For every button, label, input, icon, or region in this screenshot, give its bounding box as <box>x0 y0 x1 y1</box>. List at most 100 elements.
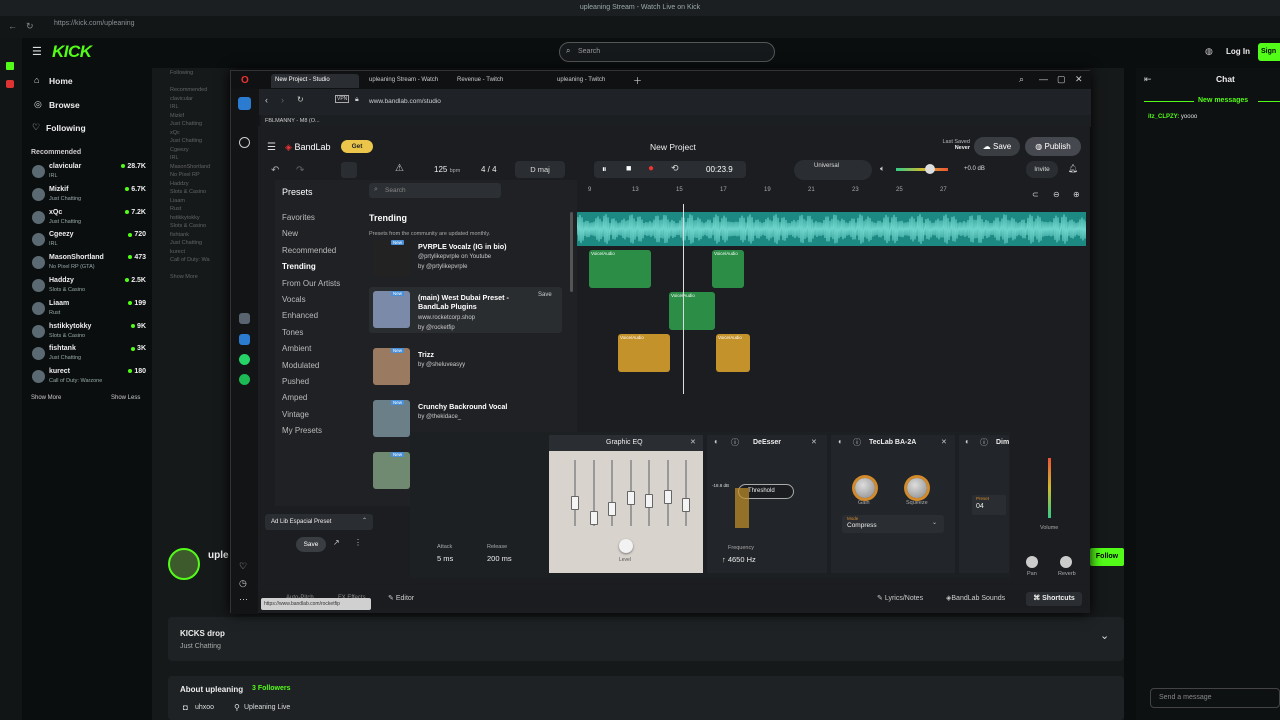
close-icon[interactable]: ✕ <box>690 438 696 446</box>
save-button[interactable]: ☁ Save <box>974 137 1020 156</box>
nav-following[interactable]: Following <box>46 123 86 133</box>
preset-author[interactable]: by @prtylikepvrple <box>418 264 467 270</box>
preset-category[interactable]: Modulated <box>282 361 319 370</box>
kicks-drop-panel[interactable]: KICKS drop Just Chatting ⌄ <box>168 617 1124 661</box>
eq-band-handle[interactable] <box>608 502 616 516</box>
time-signature[interactable]: 4 / 4 <box>481 165 497 174</box>
audio-region-main[interactable] <box>575 212 1088 246</box>
chat-username[interactable]: itz_CLPZY: <box>1148 114 1179 120</box>
preset-number-field[interactable]: Preset 04 <box>972 495 1006 515</box>
info-icon[interactable]: ⓘ <box>853 437 861 448</box>
back-icon[interactable]: ← <box>8 21 17 31</box>
recommended-channel[interactable]: clavicular IRL 28.7K <box>30 162 146 184</box>
recommended-channel[interactable]: MasonShortland No Pixel RP (GTA) 473 <box>30 253 146 275</box>
preset-category[interactable]: Recommended <box>282 246 336 255</box>
youtube-tab-icon[interactable] <box>6 80 14 88</box>
eq-band-handle[interactable] <box>663 490 672 504</box>
kick-logo[interactable]: KICK <box>52 42 92 62</box>
eq-band-handle[interactable] <box>626 491 635 505</box>
project-title[interactable]: New Project <box>650 142 696 152</box>
undo-icon[interactable]: ↶ <box>271 165 279 176</box>
volume-icon[interactable]: 🔈︎ <box>880 164 885 174</box>
stop-icon[interactable]: ■ <box>626 163 631 173</box>
more-icon[interactable]: ⋯ <box>239 594 248 605</box>
recommended-channel[interactable]: hstikkytokky Slots & Casino 9K <box>30 322 146 344</box>
master-volume-knob[interactable] <box>925 164 935 174</box>
outer-url[interactable]: https://kick.com/upleaning <box>54 20 135 27</box>
timeline-ruler[interactable]: 9 13 15 17 19 21 23 25 27 <box>576 186 1086 198</box>
toggle-icon[interactable]: ◐ <box>714 437 719 446</box>
preset-scrollbar[interactable] <box>570 212 573 292</box>
bandlab-sounds-button[interactable]: ◈BandLab Sounds <box>946 594 1005 602</box>
tab-revenue[interactable]: Revenue - Twitch <box>453 74 539 88</box>
kick-search-input[interactable]: Search <box>559 42 775 62</box>
spotify-icon[interactable] <box>239 374 250 385</box>
forward-icon[interactable]: › <box>281 95 284 105</box>
close-icon[interactable]: ✕ <box>1075 74 1083 85</box>
editor-tab[interactable]: ✎ Editor <box>388 594 414 602</box>
signup-button[interactable]: Sign <box>1258 43 1280 61</box>
menu-icon[interactable]: ☰ <box>32 45 42 58</box>
preset-category[interactable]: Amped <box>282 393 307 402</box>
maximize-icon[interactable]: ▢ <box>1057 74 1066 85</box>
recommended-channel[interactable]: xQc Just Chatting 7.2K <box>30 208 146 230</box>
lyrics-notes-button[interactable]: ✎ Lyrics/Notes <box>877 594 923 602</box>
audio-clip[interactable]: Voice/Audio <box>712 250 744 288</box>
show-more-link[interactable]: Show More <box>31 395 61 401</box>
metronome-icon[interactable] <box>341 162 357 178</box>
new-tab-icon[interactable]: ＋ <box>633 74 642 87</box>
preset-save-link[interactable]: Save <box>538 292 552 298</box>
tab-studio[interactable]: New Project - Studio <box>271 74 359 88</box>
preset-category[interactable]: Trending <box>282 262 316 271</box>
gain-knob[interactable] <box>855 478 875 498</box>
eq-band-handle[interactable] <box>589 511 598 525</box>
messenger-icon[interactable] <box>239 313 250 324</box>
preset-category[interactable]: Vintage <box>282 410 309 419</box>
recommended-channel[interactable]: Liaam Rust 199 <box>30 299 146 321</box>
chat-input[interactable]: Send a message <box>1150 688 1280 708</box>
preset-save-button[interactable]: Save <box>296 537 326 552</box>
eq-band-handle[interactable] <box>682 498 690 512</box>
preset-item[interactable]: New (main) West Dubai Preset - BandLab Pl… <box>369 287 562 333</box>
pan-knob[interactable] <box>1026 556 1038 568</box>
mode-select[interactable]: Mode Compress ⌄ <box>842 515 944 533</box>
preset-category[interactable]: Pushed <box>282 377 309 386</box>
globe-icon[interactable]: ◍ <box>1205 46 1213 57</box>
login-button[interactable]: Log In <box>1226 47 1250 56</box>
volume-slider[interactable] <box>1048 458 1051 518</box>
avatar[interactable] <box>168 548 200 580</box>
social-link[interactable]: Upleaning Live <box>244 704 290 711</box>
bpm-field[interactable]: 125 bpm <box>434 165 460 174</box>
recommended-channel[interactable]: Haddzy Slots & Casino 2.5K <box>30 276 146 298</box>
audio-clip[interactable]: Voice/Audio <box>669 292 715 330</box>
preset-item[interactable]: New PVRPLE Vocalz (IG in bio) @prtylikepvr… <box>369 236 562 282</box>
share-icon[interactable]: ↗ <box>333 538 340 547</box>
toggle-icon[interactable]: ◐ <box>838 437 843 446</box>
close-icon[interactable]: ✕ <box>941 438 947 446</box>
preset-category[interactable]: New <box>282 229 298 238</box>
reverb-knob[interactable] <box>1060 556 1072 568</box>
tuner-icon[interactable]: ⚠ <box>395 163 404 174</box>
recommended-channel[interactable]: kurect Call of Duty: Warzone 180 <box>30 367 146 389</box>
invite-button[interactable]: Invite <box>1026 161 1058 178</box>
vpn-icon[interactable]: VPN <box>335 95 350 103</box>
star-icon[interactable] <box>239 137 250 148</box>
current-preset-select[interactable]: Ad Lib Espacial Preset <box>265 514 373 530</box>
tab-kick[interactable]: upleaning Stream - Watch <box>365 74 451 88</box>
preset-category[interactable]: From Our Artists <box>282 279 340 288</box>
preset-search-input[interactable]: Search <box>369 183 501 198</box>
reload-icon[interactable]: ↻ <box>297 95 304 104</box>
zoom-out-icon[interactable]: ⊖ <box>1053 190 1060 199</box>
home-icon[interactable] <box>238 97 251 110</box>
frequency-value[interactable]: ↑ 4650 Hz <box>722 555 756 564</box>
eq-band-handle[interactable] <box>645 494 653 508</box>
more-icon[interactable]: ⋮ <box>354 538 362 547</box>
show-less-link[interactable]: Show Less <box>111 395 140 401</box>
audio-clip[interactable]: Voice/Audio <box>716 334 750 372</box>
channel-name[interactable]: uple <box>208 550 229 561</box>
master-volume-slider[interactable] <box>896 168 948 171</box>
bell-icon[interactable]: 🔔︎ <box>1068 164 1078 173</box>
tab-twitch[interactable]: upleaning - Twitch <box>553 74 639 88</box>
get-button[interactable]: Get <box>341 140 373 153</box>
reload-icon[interactable]: ↻ <box>26 21 34 32</box>
